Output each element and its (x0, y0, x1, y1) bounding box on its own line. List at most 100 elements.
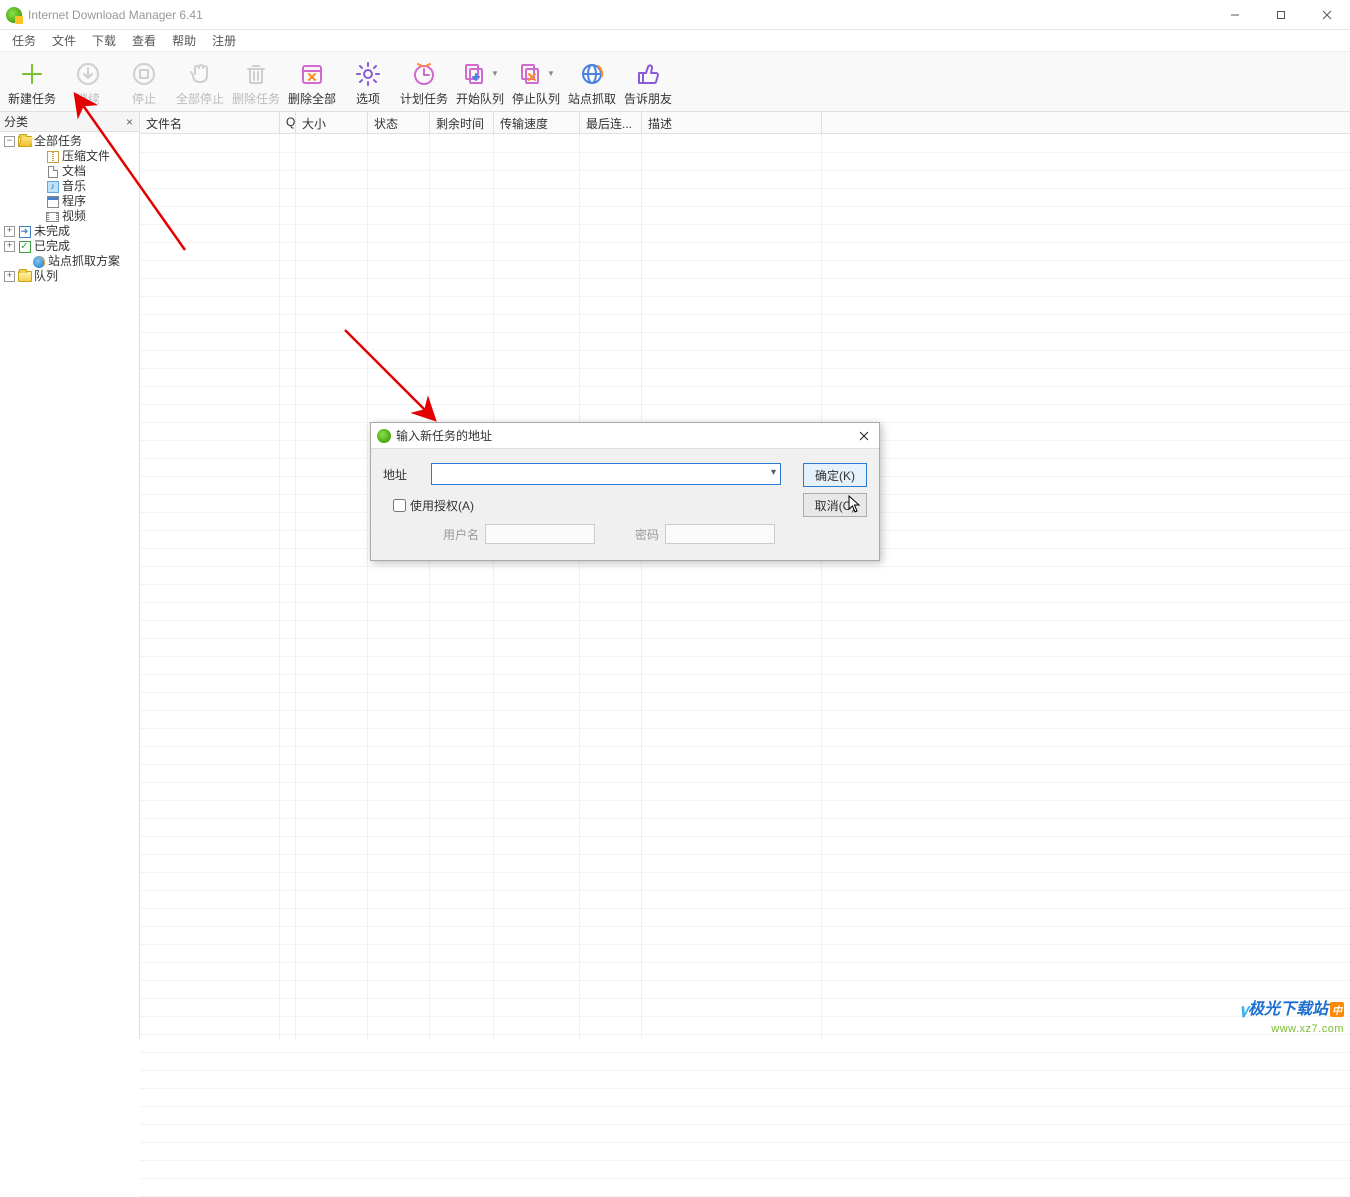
sidebar-title: 分类 (4, 113, 28, 130)
prog-icon (45, 195, 60, 208)
toolbar-label: 继续 (76, 90, 100, 107)
password-label: 密码 (635, 526, 659, 543)
plus-icon (18, 61, 46, 87)
watermark: ᥎极光下载站中 www.xz7.com (1239, 995, 1344, 1035)
toolbar-stop-all[interactable]: 全部停止 (172, 56, 228, 112)
doc-icon (45, 165, 60, 178)
queue-stop-icon (517, 61, 545, 87)
dropdown-icon[interactable]: ▼ (491, 69, 499, 78)
category-tree: −全部任务压缩文件文档音乐程序视频+未完成+已完成站点抓取方案+队列 (0, 132, 139, 286)
grid-line (295, 134, 296, 1039)
toolbar-label: 计划任务 (400, 90, 448, 107)
tree-spacer (32, 166, 43, 177)
password-input[interactable] (665, 524, 775, 544)
toolbar-label: 停止队列 (512, 90, 560, 107)
url-input[interactable]: ▾ (431, 463, 781, 485)
dialog-close-button[interactable] (849, 423, 879, 449)
username-input[interactable] (485, 524, 595, 544)
tree-spacer (32, 181, 43, 192)
close-button[interactable] (1304, 0, 1350, 30)
expand-icon[interactable]: + (4, 241, 15, 252)
clock-icon (410, 61, 438, 87)
tree-item-全部任务[interactable]: − 全部任务 (0, 134, 139, 149)
minimize-button[interactable] (1212, 0, 1258, 30)
thumb-icon (634, 61, 662, 87)
maximize-button[interactable] (1258, 0, 1304, 30)
expand-icon[interactable]: + (4, 271, 15, 282)
collapse-icon[interactable]: − (4, 136, 15, 147)
tree-label: 全部任务 (34, 134, 82, 149)
toolbar-label: 开始队列 (456, 90, 504, 107)
toolbar-options[interactable]: 选项 (340, 56, 396, 112)
toolbar-delete[interactable]: 删除任务 (228, 56, 284, 112)
grid-line (429, 134, 430, 1039)
toolbar-start-queue[interactable]: ▼ 开始队列 (452, 56, 508, 112)
dropdown-icon[interactable]: ▼ (547, 69, 555, 78)
tree-item-站点抓取方案[interactable]: 站点抓取方案 (0, 254, 139, 269)
tree-item-文档[interactable]: 文档 (0, 164, 139, 179)
column-header[interactable]: 状态 (368, 112, 430, 133)
grid-line (367, 134, 368, 1039)
column-header[interactable]: 最后连... (580, 112, 642, 133)
tree-spacer (32, 211, 43, 222)
tree-spacer (32, 151, 43, 162)
sidebar-close-icon[interactable]: × (126, 115, 133, 129)
tree-label: 音乐 (62, 179, 86, 194)
new-url-dialog: 输入新任务的地址 地址 ▾ 使用授权(A) 用户名 密码 确定(K) 取消(C (370, 422, 880, 561)
tree-item-视频[interactable]: 视频 (0, 209, 139, 224)
grid-line (279, 134, 280, 1039)
column-header[interactable]: 大小 (296, 112, 368, 133)
menu-register[interactable]: 注册 (206, 30, 242, 51)
column-header[interactable]: 描述 (642, 112, 822, 133)
toolbar-resume[interactable]: 继续 (60, 56, 116, 112)
calendar-x-icon (298, 61, 326, 87)
window-title: Internet Download Manager 6.41 (28, 8, 203, 22)
url-dropdown-icon[interactable]: ▾ (771, 467, 776, 478)
list-body[interactable] (140, 134, 1350, 1039)
toolbar-label: 全部停止 (176, 90, 224, 107)
globe-icon (578, 61, 606, 87)
tree-item-已完成[interactable]: + 已完成 (0, 239, 139, 254)
toolbar-delete-all[interactable]: 删除全部 (284, 56, 340, 112)
column-header[interactable]: 文件名 (140, 112, 280, 133)
column-header[interactable]: 传输速度 (494, 112, 580, 133)
tree-spacer (32, 196, 43, 207)
tree-item-未完成[interactable]: +未完成 (0, 224, 139, 239)
grid-line (579, 134, 580, 1039)
column-header[interactable]: Q (280, 112, 296, 133)
url-label: 地址 (383, 466, 423, 483)
tree-spacer (18, 256, 29, 267)
menu-tasks[interactable]: 任务 (6, 30, 42, 51)
ok-button[interactable]: 确定(K) (803, 463, 867, 487)
tree-item-程序[interactable]: 程序 (0, 194, 139, 209)
dialog-titlebar: 输入新任务的地址 (371, 423, 879, 449)
column-header[interactable]: 剩余时间 (430, 112, 494, 133)
toolbar-stop-queue[interactable]: ▼ 停止队列 (508, 56, 564, 112)
tree-item-音乐[interactable]: 音乐 (0, 179, 139, 194)
cancel-button[interactable]: 取消(C) (803, 493, 867, 517)
video-icon (45, 210, 60, 223)
dialog-app-icon (377, 429, 391, 443)
menu-help[interactable]: 帮助 (166, 30, 202, 51)
expand-icon[interactable]: + (4, 226, 15, 237)
toolbar-grabber[interactable]: 站点抓取 (564, 56, 620, 112)
menu-view[interactable]: 查看 (126, 30, 162, 51)
menu-file[interactable]: 文件 (46, 30, 82, 51)
tree-item-队列[interactable]: + 队列 (0, 269, 139, 284)
toolbar-label: 告诉朋友 (624, 90, 672, 107)
stop-circle-icon (130, 61, 158, 87)
toolbar-stop[interactable]: 停止 (116, 56, 172, 112)
toolbar-new-task[interactable]: 新建任务 (4, 56, 60, 112)
menu-download[interactable]: 下载 (86, 30, 122, 51)
queue-start-icon (461, 61, 489, 87)
toolbar-tell-friend[interactable]: 告诉朋友 (620, 56, 676, 112)
toolbar-label: 新建任务 (8, 90, 56, 107)
tree-label: 已完成 (34, 239, 70, 254)
gear-icon (354, 61, 382, 87)
toolbar-label: 删除任务 (232, 90, 280, 107)
tree-item-压缩文件[interactable]: 压缩文件 (0, 149, 139, 164)
tree-label: 队列 (34, 269, 58, 284)
window-controls (1212, 0, 1350, 30)
toolbar-schedule[interactable]: 计划任务 (396, 56, 452, 112)
auth-checkbox[interactable] (393, 499, 406, 512)
